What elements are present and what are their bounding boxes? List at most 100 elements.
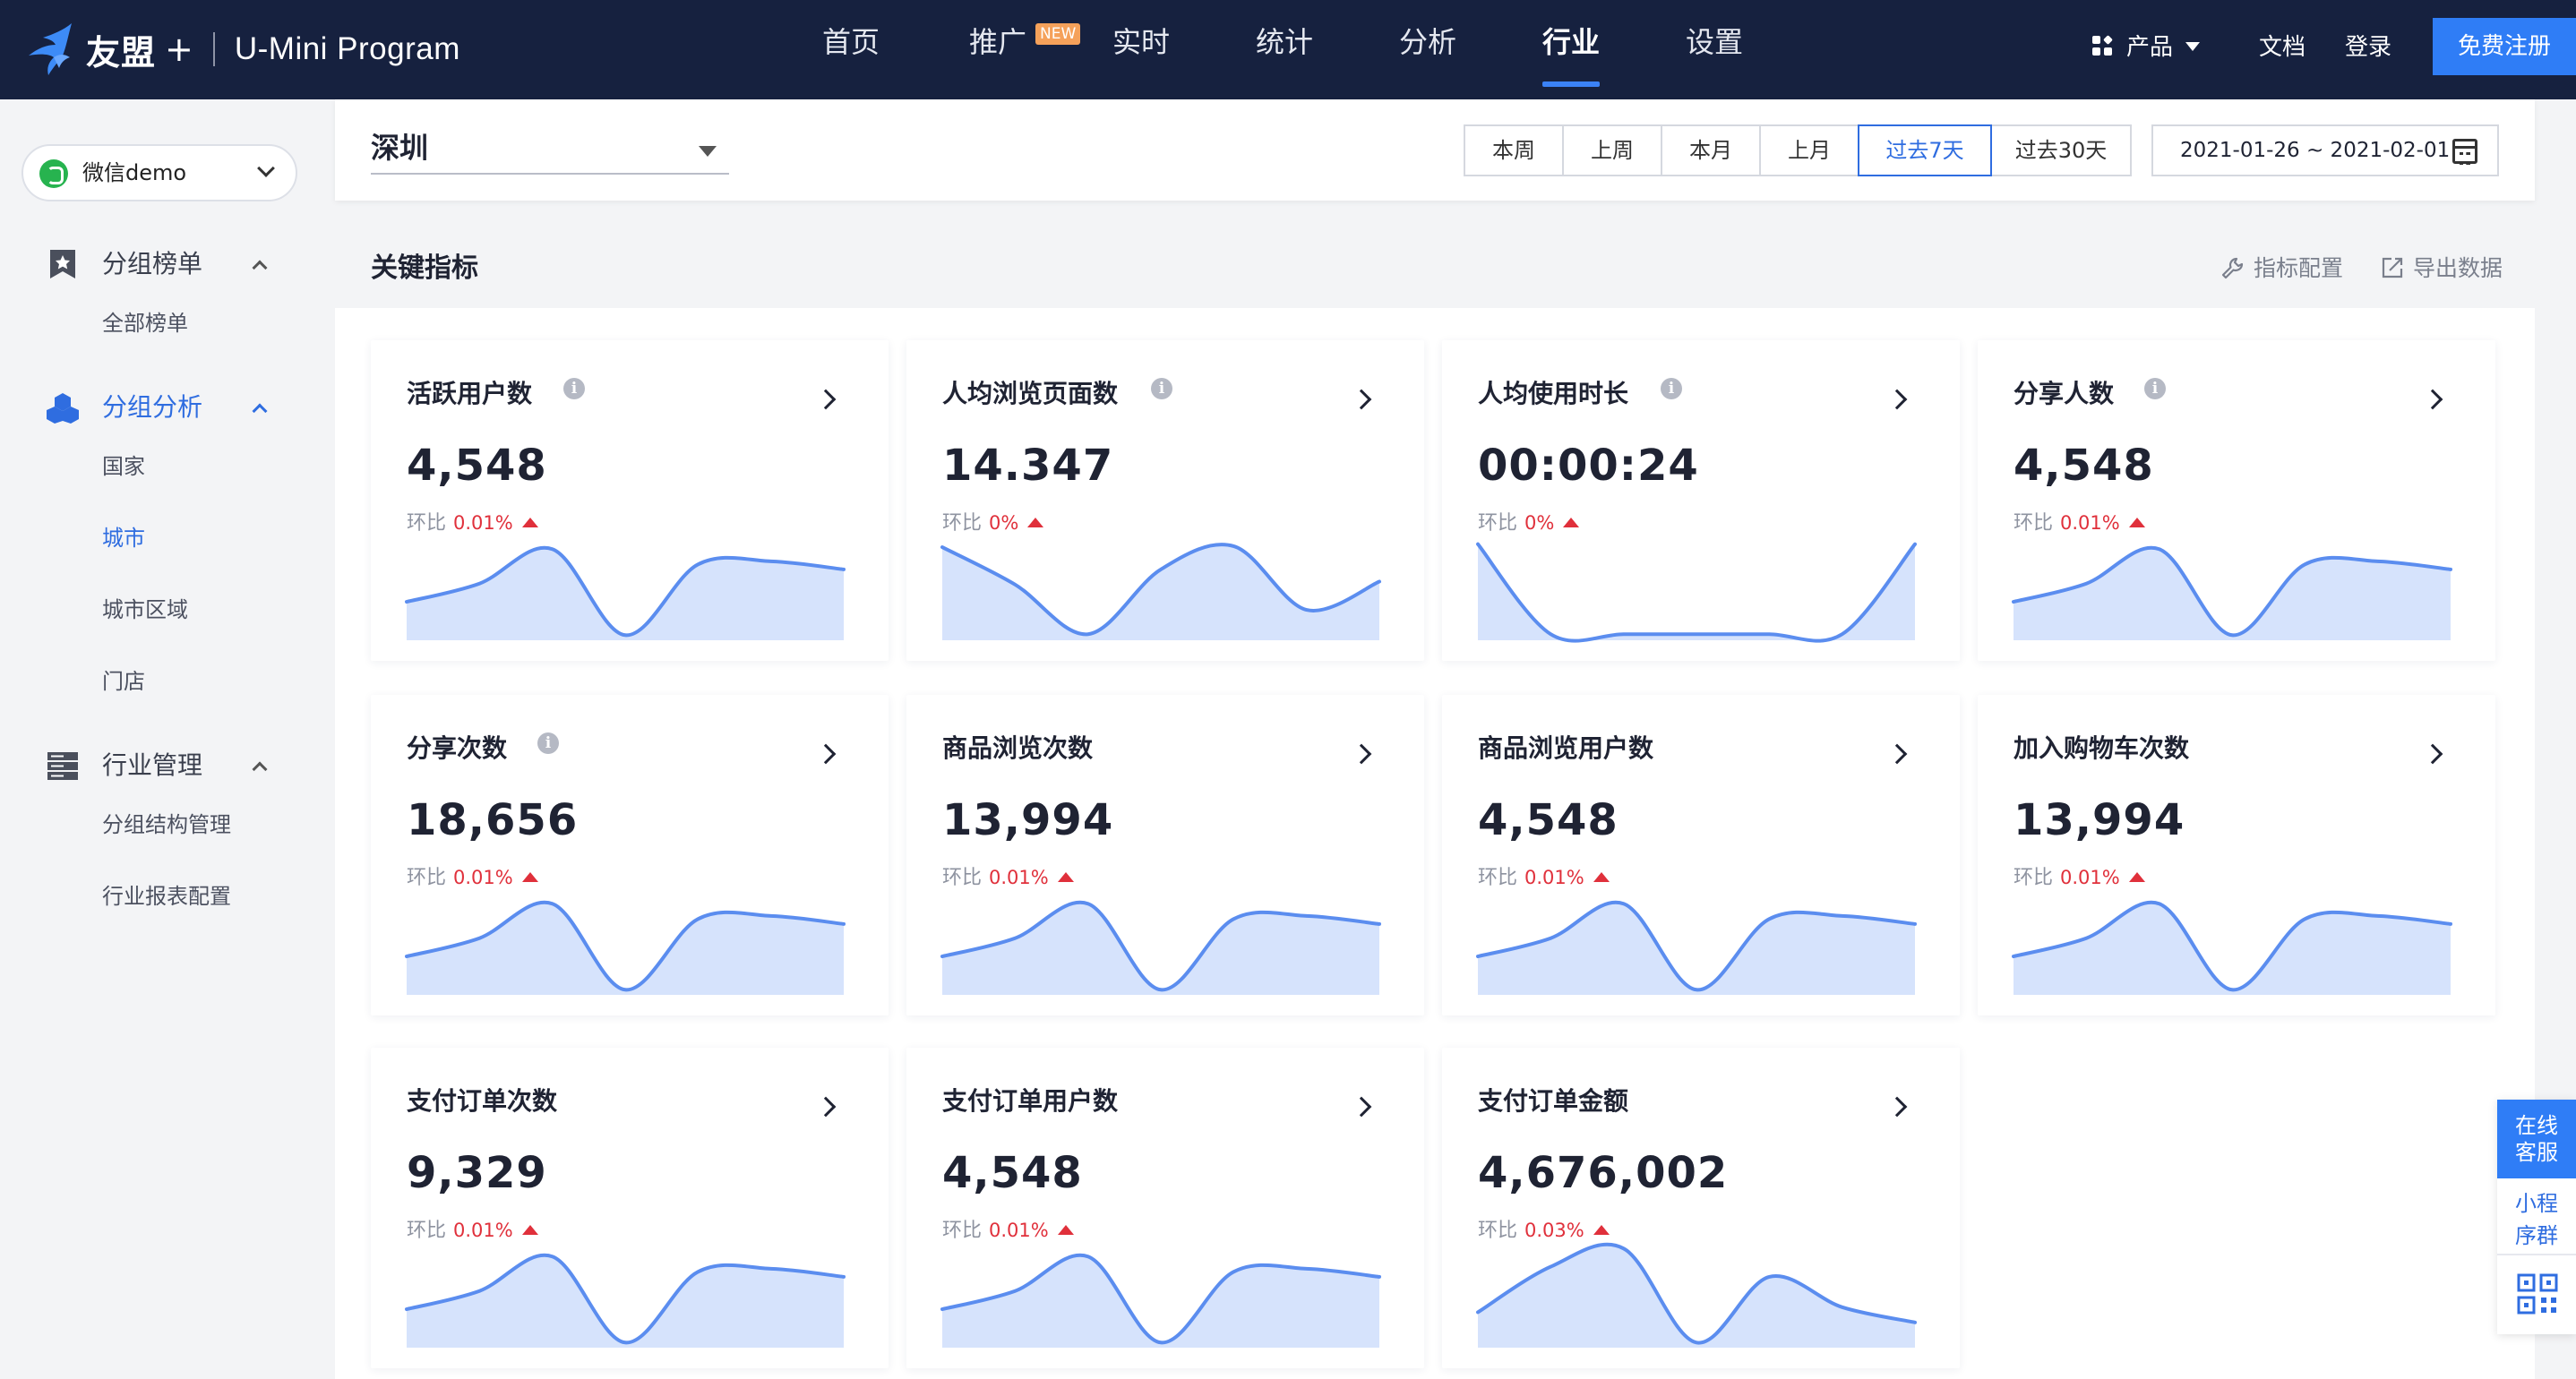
chevron-right-icon[interactable] xyxy=(815,389,837,410)
increase-arrow-icon xyxy=(521,871,538,882)
date-range-picker[interactable]: 2021-01-26 ~ 2021-02-01 xyxy=(2151,124,2499,176)
metric-card[interactable]: 人均使用时长 i 00:00:24 环比 0% xyxy=(1442,340,1960,661)
metric-title: 商品浏览用户数 xyxy=(1478,733,1654,763)
chevron-right-icon[interactable] xyxy=(815,743,837,765)
wrench-icon xyxy=(2221,257,2244,279)
metric-card[interactable]: 活跃用户数 i 4,548 环比 0.01% xyxy=(371,340,889,661)
increase-arrow-icon xyxy=(1593,1224,1610,1235)
metric-config-button[interactable]: 指标配置 xyxy=(2221,229,2343,308)
info-icon[interactable]: i xyxy=(1661,378,1682,399)
calendar-icon xyxy=(2452,139,2477,165)
nav-statistics[interactable]: 统计 xyxy=(1256,0,1313,99)
sidebar-item-country[interactable]: 国家 xyxy=(102,449,145,480)
sparkline-chart xyxy=(405,545,846,640)
logo[interactable]: 友盟 + U-Mini Program xyxy=(27,18,460,81)
metric-title: 人均浏览页面数 xyxy=(942,379,1119,408)
qr-code-icon[interactable] xyxy=(2517,1273,2558,1315)
chevron-right-icon[interactable] xyxy=(1886,389,1908,410)
sidebar-item-store[interactable]: 门店 xyxy=(102,664,145,695)
app-selector[interactable]: 微信demo xyxy=(21,144,297,201)
metric-card[interactable]: 商品浏览用户数 4,548 环比 0.01% xyxy=(1442,695,1960,1015)
period-last-month[interactable]: 上月 xyxy=(1759,124,1859,176)
sidebar-item-industry-report[interactable]: 行业报表配置 xyxy=(102,878,231,910)
info-icon[interactable]: i xyxy=(2144,378,2166,399)
metric-title: 支付订单用户数 xyxy=(942,1086,1119,1116)
logo-divider xyxy=(212,32,215,66)
metric-value: 4,548 xyxy=(942,1148,1083,1198)
docs-link[interactable]: 文档 xyxy=(2259,0,2306,99)
nav-analysis[interactable]: 分析 xyxy=(1399,0,1456,99)
metric-title: 人均使用时长 xyxy=(1478,379,1629,408)
metric-title: 分享人数 xyxy=(2014,379,2115,408)
nav-settings[interactable]: 设置 xyxy=(1686,0,1743,99)
sidebar-item-city[interactable]: 城市 xyxy=(102,520,145,552)
chevron-right-icon[interactable] xyxy=(2422,389,2443,410)
metric-title: 加入购物车次数 xyxy=(2014,733,2190,763)
metric-card[interactable]: 支付订单金额 4,676,002 环比 0.03% xyxy=(1442,1048,1960,1368)
export-data-button[interactable]: 导出数据 xyxy=(2381,229,2503,308)
floating-service-widget: 在线客服 小程序群 xyxy=(2497,1100,2576,1334)
nav-home[interactable]: 首页 xyxy=(822,0,880,99)
sidebar-item-group-structure[interactable]: 分组结构管理 xyxy=(102,807,231,838)
increase-arrow-icon xyxy=(1027,517,1044,527)
nav-realtime[interactable]: 实时 xyxy=(1112,0,1170,99)
chevron-down-icon xyxy=(257,159,275,177)
period-this-month[interactable]: 本月 xyxy=(1661,124,1761,176)
period-last-30-days[interactable]: 过去30天 xyxy=(1990,124,2132,176)
sidebar-group-analysis-header[interactable]: 分组分析 xyxy=(47,386,276,429)
chevron-right-icon[interactable] xyxy=(1351,743,1372,765)
period-this-week[interactable]: 本周 xyxy=(1464,124,1564,176)
metric-value: 13,994 xyxy=(2014,795,2185,845)
metric-card[interactable]: 商品浏览次数 13,994 环比 0.01% xyxy=(906,695,1424,1015)
sparkline-chart xyxy=(1476,1242,1917,1348)
sparkline-chart xyxy=(405,1253,846,1348)
info-icon[interactable]: i xyxy=(563,378,585,399)
chevron-right-icon[interactable] xyxy=(1351,389,1372,410)
chevron-right-icon[interactable] xyxy=(1886,743,1908,765)
city-select[interactable]: 深圳 xyxy=(371,126,729,175)
register-button[interactable]: 免费注册 xyxy=(2433,18,2576,75)
sidebar-group-industry-header[interactable]: 行业管理 xyxy=(47,744,276,787)
info-icon[interactable]: i xyxy=(537,732,559,754)
metric-card[interactable]: 人均浏览页面数 i 14.347 环比 0% xyxy=(906,340,1424,661)
brand-name: 友盟 xyxy=(86,32,157,73)
panel-title: 关键指标 xyxy=(371,253,478,284)
export-icon xyxy=(2382,257,2403,278)
sparkline-chart xyxy=(1476,900,1917,995)
sidebar-group-ranking-header[interactable]: 分组榜单 xyxy=(47,243,276,286)
metric-card[interactable]: 支付订单次数 9,329 环比 0.01% xyxy=(371,1048,889,1368)
metric-card[interactable]: 分享人数 i 4,548 环比 0.01% xyxy=(1978,340,2495,661)
sidebar-item-all-ranking[interactable]: 全部榜单 xyxy=(102,305,188,337)
online-service-label: 在线客服 xyxy=(2515,1113,2558,1165)
sidebar-group-label: 分组榜单 xyxy=(102,249,203,278)
increase-arrow-icon xyxy=(521,1224,538,1235)
products-menu[interactable]: 产品 xyxy=(2092,0,2201,99)
sparkline-chart xyxy=(2012,900,2452,995)
chevron-right-icon[interactable] xyxy=(1351,1096,1372,1118)
period-last-7-days[interactable]: 过去7天 xyxy=(1858,124,1992,176)
metric-card[interactable]: 支付订单用户数 4,548 环比 0.01% xyxy=(906,1048,1424,1368)
increase-arrow-icon xyxy=(1057,1224,1074,1235)
caret-down-icon xyxy=(2185,41,2201,51)
metric-value: 4,548 xyxy=(2014,441,2154,491)
chevron-right-icon[interactable] xyxy=(2422,743,2443,765)
bird-logo-icon xyxy=(29,23,72,75)
cubes-icon xyxy=(47,393,79,424)
chevron-right-icon[interactable] xyxy=(815,1096,837,1118)
nav-industry[interactable]: 行业 xyxy=(1542,0,1601,99)
sidebar-item-city-region[interactable]: 城市区域 xyxy=(102,592,188,623)
info-icon[interactable]: i xyxy=(1151,378,1172,399)
brand-plus: + xyxy=(165,30,193,69)
nav-promotion[interactable]: 推广 xyxy=(969,0,1026,99)
increase-arrow-icon xyxy=(1563,517,1580,527)
period-last-week[interactable]: 上周 xyxy=(1562,124,1662,176)
key-metrics-header: 关键指标 指标配置 导出数据 xyxy=(335,229,2535,308)
mini-program-group-button[interactable]: 小程序群 xyxy=(2497,1187,2576,1255)
sparkline-line xyxy=(1476,542,1917,643)
metric-card[interactable]: 加入购物车次数 13,994 环比 0.01% xyxy=(1978,695,2495,1015)
metric-value: 4,548 xyxy=(407,441,547,491)
metric-card[interactable]: 分享次数 i 18,656 环比 0.01% xyxy=(371,695,889,1015)
online-service-button[interactable]: 在线客服 xyxy=(2497,1100,2576,1178)
login-link[interactable]: 登录 xyxy=(2345,0,2391,99)
chevron-right-icon[interactable] xyxy=(1886,1096,1908,1118)
